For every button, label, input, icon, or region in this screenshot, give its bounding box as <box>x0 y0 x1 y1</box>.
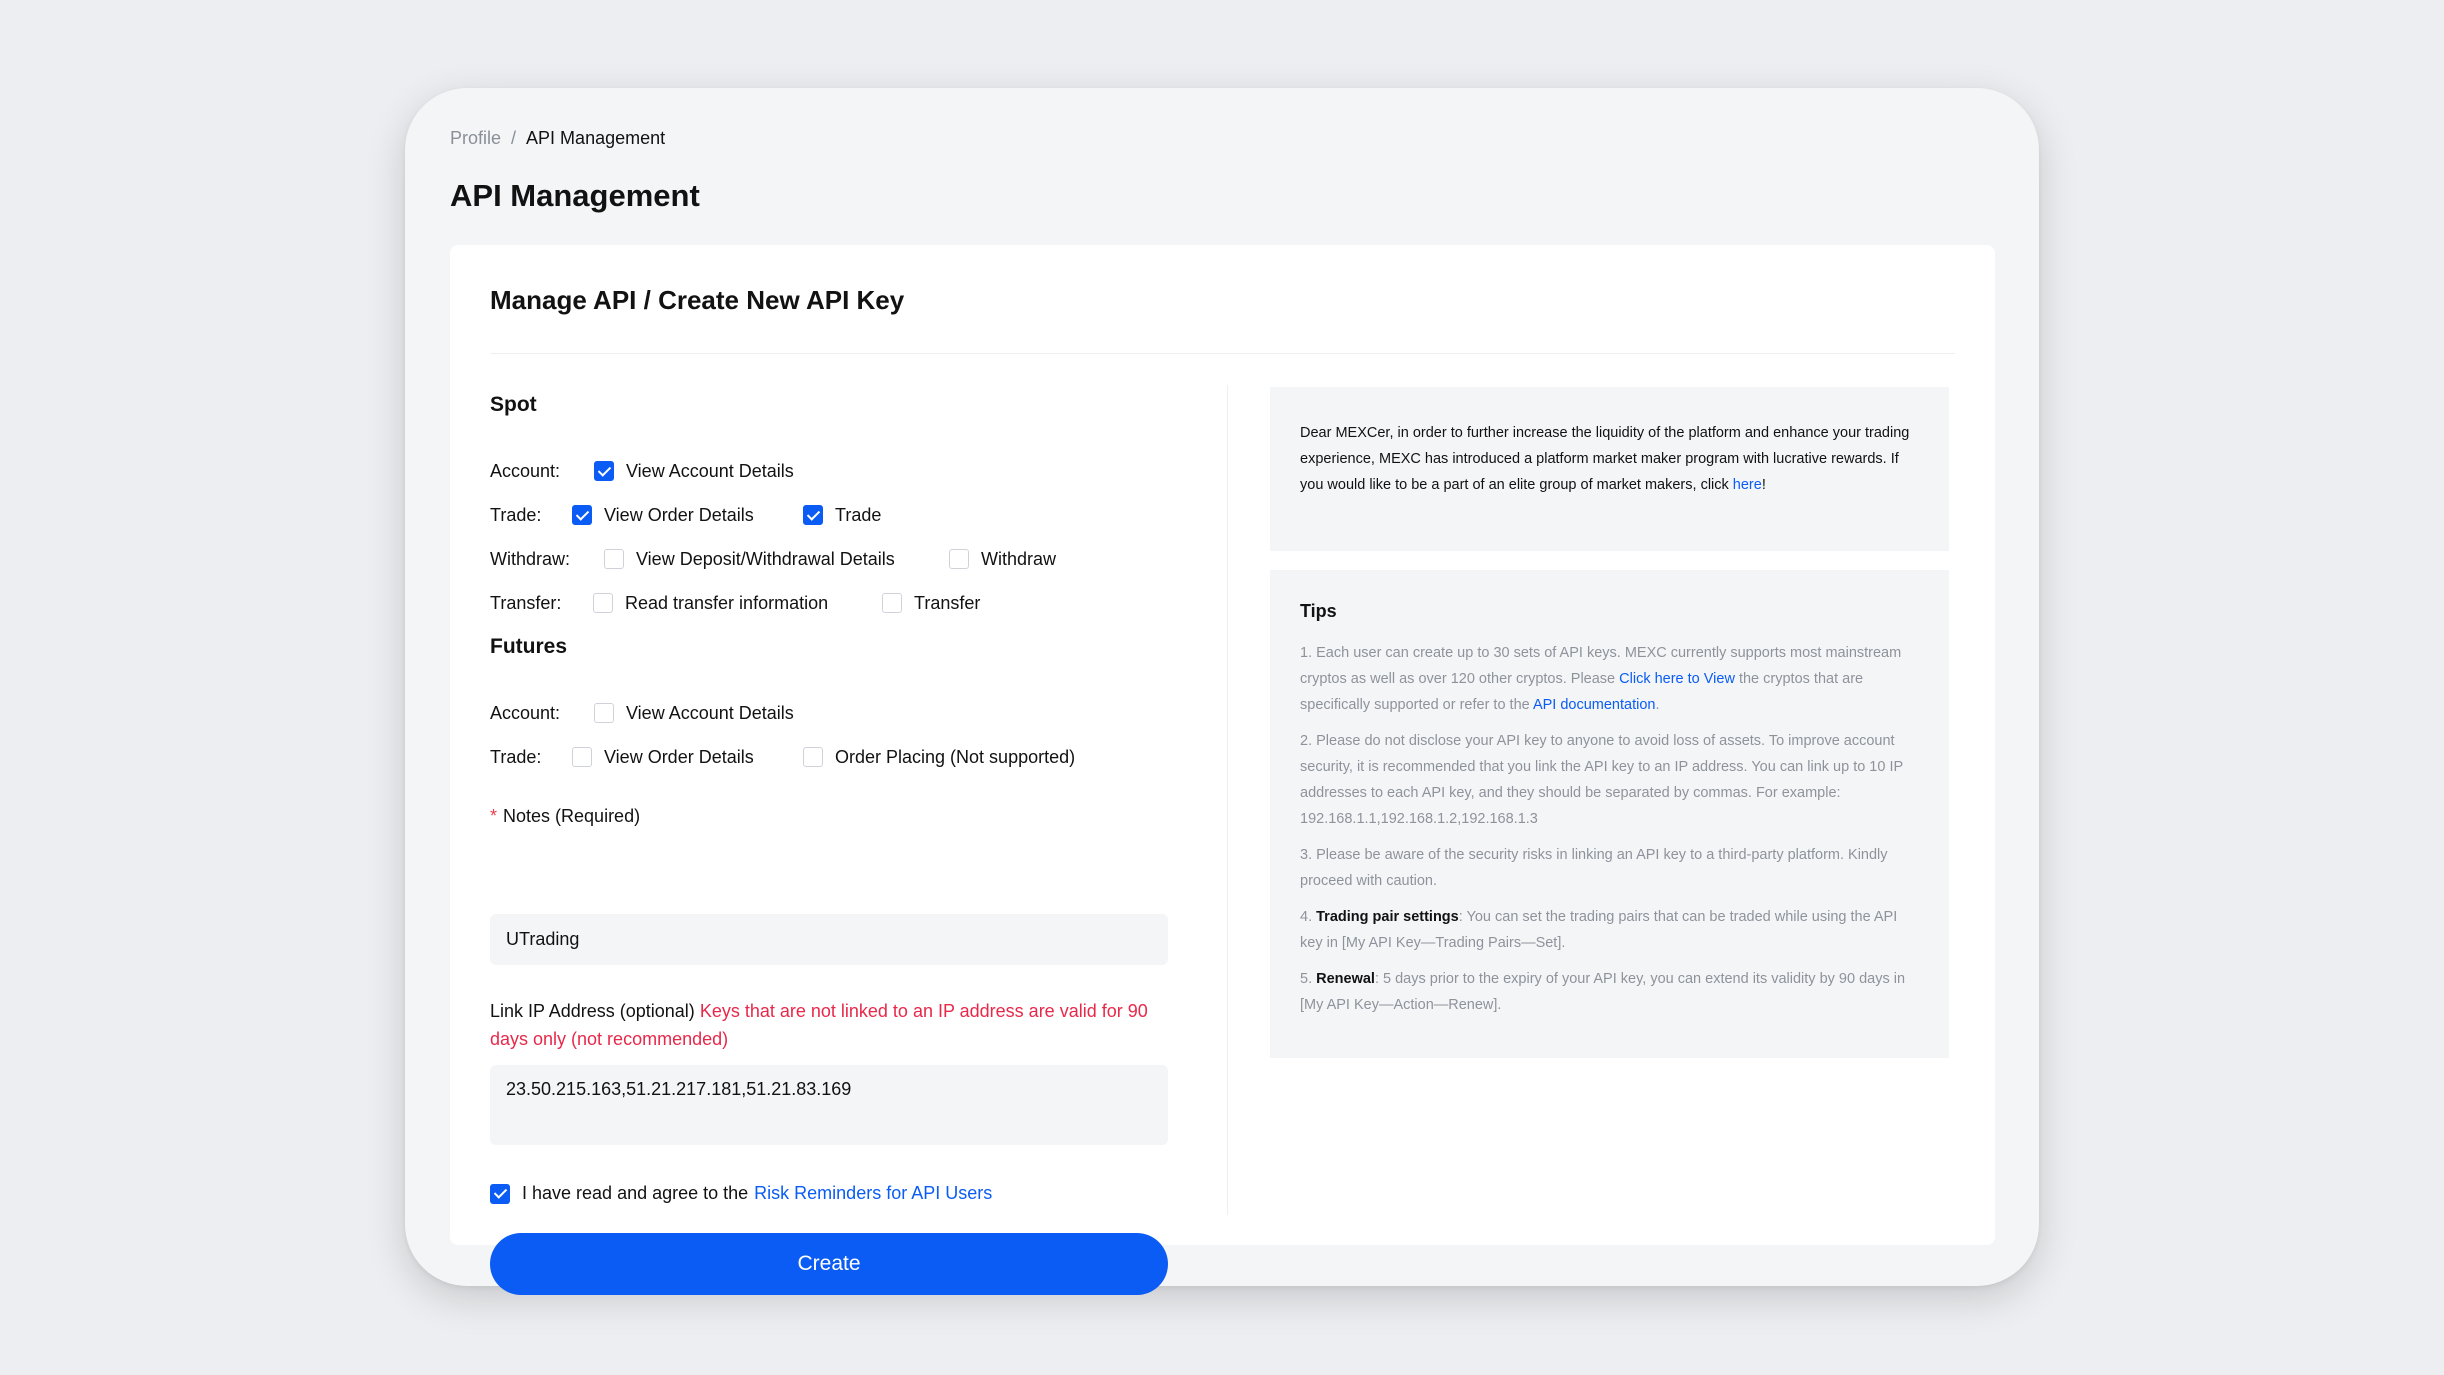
spot-withdraw-view-option[interactable]: View Deposit/Withdrawal Details <box>604 549 949 570</box>
card-title: Manage API / Create New API Key <box>490 285 905 315</box>
futures-trade-label: Trade: <box>490 746 542 767</box>
notes-input[interactable] <box>490 914 1168 965</box>
tip-4: 4. Trading pair settings: You can set th… <box>1300 904 1919 956</box>
spot-withdraw-view-label: View Deposit/Withdrawal Details <box>636 548 895 569</box>
futures-account-view-checkbox[interactable] <box>594 703 614 723</box>
promo-here-link[interactable]: here <box>1733 477 1762 493</box>
app-window: Profile / API Management API Management Ma… <box>405 88 2039 1295</box>
spot-transfer-read-option[interactable]: Read transfer information <box>593 593 882 614</box>
ip-label-text: Link IP Address (optional) <box>490 1001 695 1021</box>
breadcrumb-profile-link[interactable]: Profile <box>450 128 501 148</box>
view-supported-cryptos-link[interactable]: Click here to View <box>1619 671 1735 687</box>
api-documentation-link[interactable]: API documentation <box>1533 697 1656 713</box>
tip-5-text: : 5 days prior to the expiry of your API… <box>1300 971 1906 1013</box>
spot-transfer-row: Transfer: Read transfer information Tran… <box>490 589 980 617</box>
promo-end: ! <box>1761 477 1766 493</box>
tip-1: 1. Each user can create up to 30 sets of… <box>1300 640 1919 718</box>
breadcrumb: Profile / API Management <box>450 128 665 149</box>
futures-trade-row: Trade: View Order Details Order Placing … <box>490 743 1075 771</box>
futures-account-label: Account: <box>490 702 561 723</box>
futures-account-row: Account: View Account Details <box>490 699 794 727</box>
spot-account-view-checkbox[interactable] <box>594 461 614 481</box>
spot-trade-view-label: View Order Details <box>604 504 754 525</box>
spot-withdraw-withdraw-option[interactable]: Withdraw <box>949 549 1056 570</box>
futures-account-view-option[interactable]: View Account Details <box>594 703 794 724</box>
breadcrumb-current: API Management <box>526 128 666 148</box>
spot-withdraw-withdraw-checkbox[interactable] <box>949 549 969 569</box>
promo-text: Dear MEXCer, in order to further increas… <box>1300 425 1910 493</box>
spot-trade-trade-label: Trade <box>835 504 882 525</box>
spot-trade-trade-option[interactable]: Trade <box>803 505 881 526</box>
tips-title: Tips <box>1300 601 1337 621</box>
spot-trade-view-option[interactable]: View Order Details <box>572 505 803 526</box>
spot-transfer-label: Transfer: <box>490 592 562 613</box>
market-maker-notice: Dear MEXCer, in order to further increas… <box>1270 387 1949 551</box>
tips-panel: Tips 1. Each user can create up to 30 se… <box>1270 570 1949 1058</box>
futures-section-title: Futures <box>490 635 568 658</box>
spot-transfer-read-checkbox[interactable] <box>593 593 613 613</box>
spot-transfer-transfer-checkbox[interactable] <box>882 593 902 613</box>
agree-text: I have read and agree to the <box>522 1183 749 1203</box>
spot-account-row: Account: View Account Details <box>490 457 794 485</box>
futures-trade-order-option[interactable]: Order Placing (Not supported) <box>803 747 1075 768</box>
api-card: Manage API / Create New API Key Spot Acc… <box>450 245 1995 1295</box>
required-star: * <box>490 806 498 826</box>
tip-5-number: 5. <box>1300 971 1313 987</box>
agree-row: I have read and agree to the Risk Remind… <box>490 1183 992 1204</box>
tip-5: 5. Renewal: 5 days prior to the expiry o… <box>1300 966 1919 1018</box>
breadcrumb-separator: / <box>511 128 517 148</box>
agree-checkbox[interactable] <box>490 1183 510 1204</box>
spot-trade-view-checkbox[interactable] <box>572 505 592 525</box>
tip-5-heading: Renewal <box>1316 971 1375 987</box>
ip-label: Link IP Address (optional) Keys that are… <box>490 997 1168 1053</box>
notes-label: * Notes (Required) <box>490 802 640 830</box>
spot-withdraw-label: Withdraw: <box>490 548 571 569</box>
futures-trade-view-label: View Order Details <box>604 746 754 767</box>
spot-withdraw-withdraw-label: Withdraw <box>981 548 1057 569</box>
spot-withdraw-row: Withdraw: View Deposit/Withdrawal Detail… <box>490 545 1056 573</box>
ip-address-input[interactable]: 23.50.215.163,51.21.217.181,51.21.83.169 <box>490 1065 1168 1145</box>
spot-trade-row: Trade: View Order Details Trade <box>490 501 881 529</box>
notes-label-text: Notes (Required) <box>503 806 641 826</box>
futures-trade-order-checkbox[interactable] <box>803 747 823 767</box>
spot-section-title: Spot <box>490 393 537 416</box>
spot-account-view-option[interactable]: View Account Details <box>594 461 794 482</box>
tip-3: 3. Please be aware of the security risks… <box>1300 847 1888 889</box>
spot-withdraw-view-checkbox[interactable] <box>604 549 624 569</box>
spot-trade-trade-checkbox[interactable] <box>803 505 823 525</box>
tip-1-text-c: . <box>1655 697 1660 713</box>
risk-reminders-link[interactable]: Risk Reminders for API Users <box>754 1183 992 1204</box>
tip-4-heading: Trading pair settings <box>1316 909 1459 925</box>
futures-trade-view-option[interactable]: View Order Details <box>572 747 803 768</box>
spot-transfer-transfer-option[interactable]: Transfer <box>882 593 980 614</box>
spot-account-label: Account: <box>490 460 561 481</box>
page-title: API Management <box>450 178 700 213</box>
futures-account-view-label: View Account Details <box>626 702 794 723</box>
card-divider <box>490 353 1955 354</box>
create-button[interactable]: Create <box>490 1233 1168 1295</box>
futures-trade-order-label: Order Placing (Not supported) <box>835 746 1076 767</box>
spot-account-view-label: View Account Details <box>626 460 794 481</box>
futures-trade-view-checkbox[interactable] <box>572 747 592 767</box>
tip-4-number: 4. <box>1300 909 1313 925</box>
column-divider <box>1227 385 1228 1215</box>
spot-transfer-transfer-label: Transfer <box>914 592 981 613</box>
spot-transfer-read-label: Read transfer information <box>625 592 829 613</box>
tip-2: 2. Please do not disclose your API key t… <box>1300 733 1903 827</box>
spot-trade-label: Trade: <box>490 504 542 525</box>
